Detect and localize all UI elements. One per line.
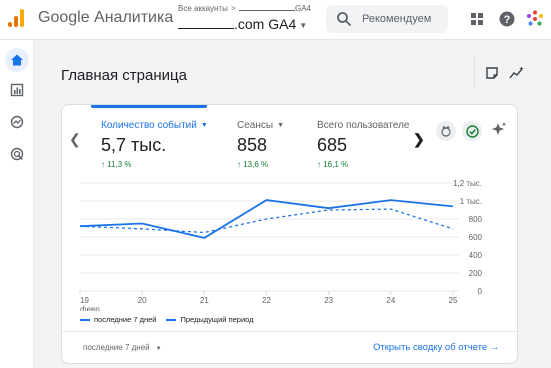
date-range-select[interactable]: последние 7 дней ▼ — [83, 343, 162, 352]
y-tick-label: 800 — [469, 215, 483, 224]
x-tick-label-sub: февр. — [80, 305, 102, 311]
metric-tab-users[interactable]: Всего пользователей 685 ↑ 16,1 % — [317, 120, 409, 169]
metric-tab-events[interactable]: Количество событий ▼ 5,7 тыс. ↑ 11,3 % — [101, 120, 208, 169]
property-name[interactable]: .com GA4 ▼ — [178, 16, 307, 32]
metric-label: Сеансы ▼ — [237, 120, 284, 131]
chevron-down-icon: ▼ — [200, 121, 208, 129]
top-bar: Google Аналитика Все аккаунты > GA4 .com… — [0, 0, 551, 40]
breadcrumb: Все аккаунты > GA4 — [178, 4, 311, 13]
app-title: Google Аналитика — [38, 9, 174, 26]
line-chart: 0 200 400 600 800 1 тыс. 1,2 тыс. 19февр. 20 21 22… — [79, 179, 483, 311]
legend-previous-label: Предыдущий период — [180, 315, 254, 324]
x-tick-label: 19 — [80, 296, 89, 305]
chevron-down-icon: ▼ — [277, 121, 284, 129]
metric-label: Всего пользователей — [317, 120, 409, 131]
x-tick-label: 24 — [386, 296, 395, 305]
x-tick-label: 23 — [324, 296, 333, 305]
search-placeholder: Рекомендуем — [362, 13, 432, 25]
page-title: Главная страница — [61, 67, 187, 84]
explore-icon[interactable] — [5, 110, 29, 134]
breadcrumb-separator: > — [231, 4, 236, 13]
breadcrumb-property: GA4 — [294, 4, 311, 13]
metric-tab-sessions[interactable]: Сеансы ▼ 858 ↑ 13,6 % — [237, 120, 284, 169]
notes-icon[interactable] — [485, 66, 499, 80]
reports-icon[interactable] — [5, 78, 29, 102]
y-tick-label: 400 — [469, 251, 483, 260]
card-divider — [62, 331, 517, 332]
property-name-text: .com GA4 — [234, 16, 297, 32]
insights-icon[interactable] — [509, 66, 525, 80]
metric-delta: ↑ 13,6 % — [237, 160, 269, 169]
help-icon[interactable]: ? — [497, 9, 517, 29]
y-tick-label: 0 — [478, 287, 483, 296]
chart-legend: последние 7 дней Предыдущий период — [80, 315, 254, 324]
account-avatar[interactable] — [525, 9, 545, 29]
account-selector[interactable]: Все аккаунты > GA4 .com GA4 ▼ — [178, 3, 318, 37]
metric-delta: ↑ 11,3 % — [101, 160, 132, 169]
check-circle-icon[interactable] — [462, 121, 482, 141]
analytics-logo-icon[interactable] — [8, 9, 26, 27]
redacted-account-name — [238, 5, 295, 11]
y-tick-label: 1 тыс. — [460, 197, 482, 206]
x-tick-label: 21 — [200, 296, 209, 305]
apps-icon[interactable] — [467, 9, 487, 29]
chevron-down-icon: ▼ — [299, 20, 308, 30]
metric-label: Количество событий ▼ — [101, 120, 208, 131]
legend-current-label: последние 7 дней — [94, 315, 157, 324]
breadcrumb-all-accounts[interactable]: Все аккаунты — [178, 4, 228, 13]
view-report-link[interactable]: Открыть сводку об отчете → — [373, 342, 499, 353]
y-tick-label: 600 — [469, 233, 483, 242]
advertising-icon[interactable] — [5, 142, 29, 166]
x-tick-label: 20 — [138, 296, 147, 305]
left-navigation-rail — [0, 40, 34, 368]
chevron-left-icon[interactable]: ❮ — [69, 131, 81, 148]
home-icon[interactable] — [5, 48, 29, 72]
date-range-label: последние 7 дней — [83, 343, 150, 352]
active-tab-indicator — [91, 105, 207, 108]
series-previous-line — [79, 208, 454, 234]
search-box[interactable]: Рекомендуем — [326, 5, 448, 33]
y-tick-label: 1,2 тыс. — [453, 179, 482, 188]
y-tick-label: 200 — [469, 269, 483, 278]
x-tick-label: 25 — [449, 296, 458, 305]
sparkle-icon[interactable] — [490, 121, 508, 139]
chevron-right-icon[interactable]: ❯ — [413, 131, 425, 148]
metric-value: 5,7 тыс. — [101, 135, 167, 155]
redacted-property-name — [178, 19, 234, 29]
search-icon — [337, 12, 351, 26]
metric-value: 685 — [317, 135, 348, 155]
header-actions — [474, 57, 534, 89]
legend-swatch-previous — [166, 318, 177, 321]
compare-icon[interactable] — [436, 121, 456, 141]
legend-swatch-current — [80, 318, 90, 321]
metric-delta: ↑ 16,1 % — [317, 160, 349, 169]
overview-card: ❮ Количество событий ▼ 5,7 тыс. ↑ 11,3 % … — [61, 104, 518, 364]
caret-down-icon: ▼ — [155, 346, 162, 352]
svg-text:?: ? — [504, 14, 511, 26]
x-tick-label: 22 — [262, 296, 271, 305]
metric-value: 858 — [237, 135, 268, 155]
